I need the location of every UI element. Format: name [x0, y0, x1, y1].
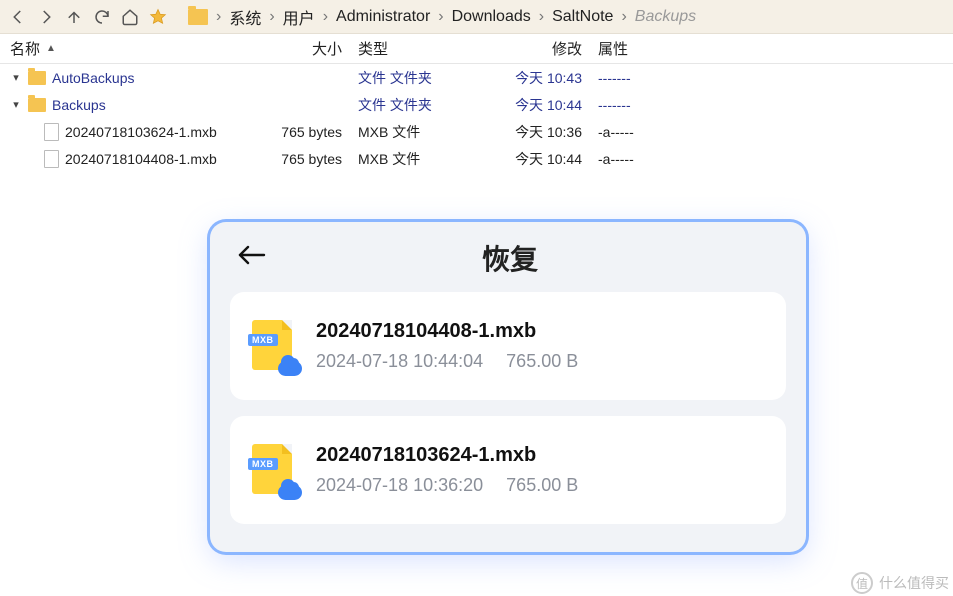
col-modified-header[interactable]: 修改 [500, 38, 590, 59]
chevron-right-icon: › [265, 8, 278, 26]
file-type: 文件 文件夹 [350, 68, 500, 88]
chevron-down-icon[interactable]: ▾ [10, 71, 22, 84]
file-attr: ------- [590, 70, 690, 86]
backup-size: 765.00 B [506, 351, 578, 371]
chevron-right-icon: › [212, 8, 225, 26]
col-attr-header[interactable]: 属性 [590, 38, 690, 59]
backup-size: 765.00 B [506, 475, 578, 495]
breadcrumb-item[interactable]: Downloads [448, 8, 535, 26]
restore-dialog: 恢复 MXB 20240718104408-1.mxb 2024-07-18 1… [210, 222, 806, 552]
breadcrumb-item[interactable]: 系统 [225, 5, 265, 29]
breadcrumb-item[interactable]: SaltNote [548, 8, 617, 26]
nav-back-button[interactable] [4, 3, 32, 31]
file-attr: ------- [590, 97, 690, 113]
file-modified: 今天 10:44 [500, 95, 590, 115]
table-row[interactable]: ▾ Backups 文件 文件夹 今天 10:44 ------- [0, 91, 953, 118]
file-name: 20240718103624-1.mxb [65, 124, 217, 140]
backup-item[interactable]: MXB 20240718103624-1.mxb 2024-07-18 10:3… [230, 416, 786, 524]
file-ext-badge: MXB [248, 458, 278, 470]
folder-icon [188, 9, 208, 25]
table-row[interactable]: 20240718104408-1.mxb 765 bytes MXB 文件 今天… [0, 145, 953, 172]
mxb-file-icon: MXB [252, 320, 296, 372]
table-row[interactable]: 20240718103624-1.mxb 765 bytes MXB 文件 今天… [0, 118, 953, 145]
chevron-right-icon: › [617, 8, 630, 26]
file-ext-badge: MXB [248, 334, 278, 346]
col-name-label: 名称 [10, 38, 40, 59]
col-size-header[interactable]: 大小 [280, 38, 350, 59]
file-modified: 今天 10:36 [500, 122, 590, 142]
backup-date: 2024-07-18 10:36:20 [316, 475, 483, 495]
folder-icon [28, 71, 46, 85]
file-modified: 今天 10:43 [500, 68, 590, 88]
chevron-right-icon: › [535, 8, 548, 26]
folder-icon [28, 98, 46, 112]
table-row[interactable]: ▾ AutoBackups 文件 文件夹 今天 10:43 ------- [0, 64, 953, 91]
file-attr: -a----- [590, 151, 690, 167]
backup-item[interactable]: MXB 20240718104408-1.mxb 2024-07-18 10:4… [230, 292, 786, 400]
file-size: 765 bytes [280, 151, 350, 167]
file-modified: 今天 10:44 [500, 149, 590, 169]
breadcrumb-item[interactable]: Administrator [332, 8, 434, 26]
file-name: Backups [52, 97, 106, 113]
col-type-header[interactable]: 类型 [350, 38, 500, 59]
file-type: MXB 文件 [350, 122, 500, 142]
column-header: 名称 ▲ 大小 类型 修改 属性 [0, 34, 953, 64]
nav-up-button[interactable] [60, 3, 88, 31]
chevron-down-icon[interactable]: ▾ [10, 98, 22, 111]
favorite-button[interactable] [144, 3, 172, 31]
file-name: AutoBackups [52, 70, 135, 86]
file-icon [44, 150, 59, 168]
file-attr: -a----- [590, 124, 690, 140]
file-name: 20240718104408-1.mxb [65, 151, 217, 167]
watermark-icon: 值 [851, 572, 873, 594]
home-button[interactable] [116, 3, 144, 31]
file-type: 文件 文件夹 [350, 95, 500, 115]
chevron-right-icon: › [319, 8, 332, 26]
file-size: 765 bytes [280, 124, 350, 140]
backup-date: 2024-07-18 10:44:04 [316, 351, 483, 371]
backup-name: 20240718104408-1.mxb [316, 320, 578, 343]
sort-asc-icon: ▲ [46, 43, 56, 54]
breadcrumb-item[interactable]: 用户 [279, 5, 319, 29]
watermark-text: 什么值得买 [879, 573, 949, 593]
cloud-icon [278, 361, 302, 376]
refresh-button[interactable] [88, 3, 116, 31]
mxb-file-icon: MXB [252, 444, 296, 496]
breadcrumb-current[interactable]: Backups [631, 8, 700, 26]
file-type: MXB 文件 [350, 149, 500, 169]
col-name-header[interactable]: 名称 ▲ [10, 38, 280, 59]
dialog-title: 恢复 [234, 238, 786, 278]
breadcrumb: › 系统 › 用户 › Administrator › Downloads › … [188, 5, 949, 29]
toolbar: › 系统 › 用户 › Administrator › Downloads › … [0, 0, 953, 34]
watermark: 值 什么值得买 [851, 572, 949, 594]
nav-forward-button[interactable] [32, 3, 60, 31]
backup-name: 20240718103624-1.mxb [316, 444, 578, 467]
file-icon [44, 123, 59, 141]
cloud-icon [278, 485, 302, 500]
file-list: ▾ AutoBackups 文件 文件夹 今天 10:43 ------- ▾ … [0, 64, 953, 172]
chevron-right-icon: › [434, 8, 447, 26]
